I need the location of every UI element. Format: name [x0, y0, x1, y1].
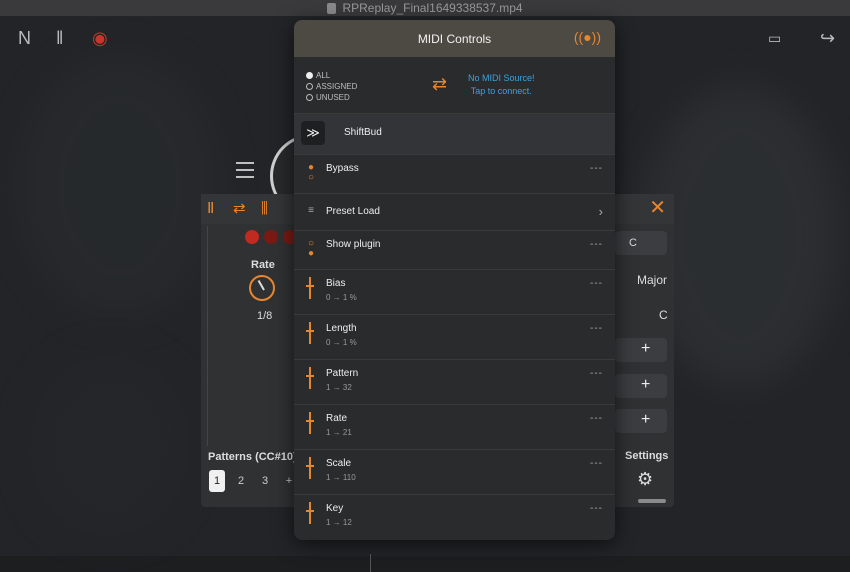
logo-icon: N: [18, 28, 31, 48]
shiftbud-icon: ≫: [301, 121, 325, 145]
pattern-tab[interactable]: 3: [257, 470, 273, 492]
window-title: RPReplay_Final1649338537.mp4: [342, 1, 523, 15]
keyboard-icon[interactable]: Ⅱ: [207, 201, 223, 217]
param-row-key[interactable]: Key 1 → 12 ---: [294, 495, 615, 539]
pattern-tabs: 1 2 3 +: [209, 470, 297, 492]
no-midi-source-link[interactable]: No MIDI Source! Tap to connect.: [468, 72, 535, 98]
rate-label: Rate: [251, 259, 275, 271]
plus-icon[interactable]: +: [641, 411, 650, 429]
window-titlebar: RPReplay_Final1649338537.mp4: [0, 0, 850, 16]
midi-learn-icon[interactable]: ((●)): [574, 29, 601, 45]
filter-unused[interactable]: UNUSED: [306, 93, 350, 102]
fader-icon: [306, 322, 314, 344]
close-icon[interactable]: ✕: [649, 198, 666, 218]
resize-handle[interactable]: [638, 499, 666, 503]
popup-header: MIDI Controls ((●)): [294, 20, 615, 57]
rate-knob[interactable]: [249, 275, 275, 301]
param-row-scale[interactable]: Scale 1 → 110 ---: [294, 450, 615, 495]
filter-assigned[interactable]: ASSIGNED: [306, 82, 357, 91]
pause-icon[interactable]: ‖: [56, 28, 63, 49]
chevron-right-icon: ›: [598, 204, 603, 219]
plus-icon[interactable]: +: [641, 376, 650, 394]
fader-icon: [306, 277, 314, 299]
pattern-tab[interactable]: 1: [209, 470, 225, 492]
radio-icon: [306, 72, 313, 79]
root-field[interactable]: C: [615, 231, 667, 255]
param-row-show-plugin[interactable]: ○ ● Show plugin ---: [294, 231, 615, 270]
param-row-bypass[interactable]: ● ○ Bypass ---: [294, 155, 615, 194]
toggle-icon: ○ ●: [307, 238, 315, 259]
popup-title: MIDI Controls: [417, 31, 492, 46]
filter-group: ALL ASSIGNED UNUSED ⇄ No MIDI Source! Ta…: [294, 57, 615, 114]
param-row-pattern[interactable]: Pattern 1 → 32 ---: [294, 360, 615, 405]
scale-value[interactable]: Major: [637, 273, 667, 287]
source-name: ShiftBud: [344, 127, 382, 138]
midi-controls-popup: MIDI Controls ((●)) ALL ASSIGNED UNUSED …: [294, 20, 615, 540]
settings-label: Settings: [625, 450, 669, 462]
patterns-label: Patterns (CC#10): [208, 451, 297, 463]
key-value[interactable]: C: [659, 308, 668, 322]
param-row-length[interactable]: Length 0 → 1 % ---: [294, 315, 615, 360]
connect-icon[interactable]: ⇄: [432, 74, 447, 95]
record-icon[interactable]: ◉: [92, 28, 108, 49]
file-icon: [327, 2, 337, 14]
param-row-preset-load[interactable]: ≡ Preset Load ›: [294, 194, 615, 231]
list-icon: ≡: [308, 205, 314, 216]
pattern-tab[interactable]: 2: [233, 470, 249, 492]
fader-icon: [306, 457, 314, 479]
divider: [370, 554, 371, 572]
param-row-bias[interactable]: Bias 0 → 1 % ---: [294, 270, 615, 315]
share-icon[interactable]: ↪: [820, 28, 835, 49]
source-row[interactable]: ≫ ShiftBud: [294, 114, 615, 155]
fader-icon: [306, 502, 314, 524]
plus-icon[interactable]: +: [641, 340, 650, 358]
menu-icon[interactable]: [236, 162, 254, 183]
radio-icon: [306, 94, 313, 101]
mixer-icon[interactable]: ⫼: [261, 201, 277, 217]
param-row-rate[interactable]: Rate 1 → 21 ---: [294, 405, 615, 450]
step-dots: [245, 230, 297, 244]
filter-all[interactable]: ALL: [306, 71, 330, 80]
midi-route-icon[interactable]: ⇄: [233, 201, 249, 217]
gear-icon[interactable]: ⚙: [637, 469, 653, 490]
radio-icon: [306, 83, 313, 90]
battery-icon: ▭: [768, 30, 782, 46]
fader-icon: [306, 367, 314, 389]
fader-icon: [306, 412, 314, 434]
toggle-icon: ● ○: [307, 162, 315, 183]
scroll-handle: [207, 226, 208, 446]
rate-value: 1/8: [257, 310, 273, 322]
